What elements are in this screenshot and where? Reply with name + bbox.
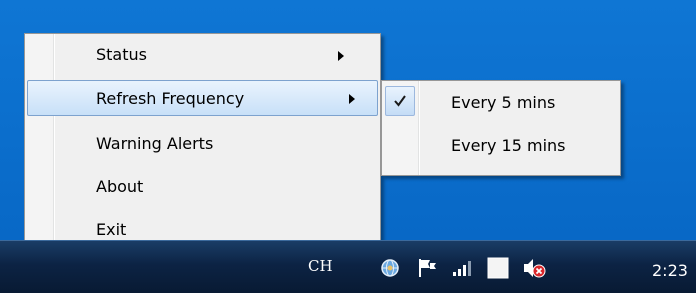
- checked-indicator: [385, 86, 415, 116]
- menu-item-status[interactable]: Status: [27, 38, 378, 72]
- menu-item-label: Refresh Frequency: [96, 89, 245, 108]
- clock[interactable]: 2:23: [652, 261, 688, 280]
- submenu-item-every-5-mins[interactable]: Every 5 mins: [384, 85, 618, 121]
- menu-item-about[interactable]: About: [27, 170, 378, 204]
- submenu-item-every-15-mins[interactable]: Every 15 mins: [384, 129, 618, 165]
- menu-item-label: Status: [96, 45, 147, 64]
- menu-item-warning-alerts[interactable]: Warning Alerts: [27, 127, 378, 161]
- globe-icon[interactable]: [380, 258, 400, 282]
- submenu-item-label: Every 15 mins: [451, 136, 566, 155]
- submenu-item-label: Every 5 mins: [451, 93, 556, 112]
- tray-context-menu: Status Refresh Frequency Warning Alerts …: [24, 33, 381, 258]
- flag-icon[interactable]: [416, 257, 438, 283]
- menu-item-label: Exit: [96, 220, 127, 239]
- taskbar: CH 2:23: [0, 240, 696, 293]
- muted-speaker-icon[interactable]: [522, 257, 548, 283]
- checkmark-icon: [394, 95, 406, 107]
- menu-item-label: About: [96, 177, 144, 196]
- blank-app-icon[interactable]: [487, 257, 509, 283]
- submenu-arrow-icon: [338, 51, 344, 61]
- refresh-frequency-submenu: Every 5 mins Every 15 mins: [381, 80, 621, 176]
- submenu-arrow-icon: [349, 94, 355, 104]
- menu-item-label: Warning Alerts: [96, 134, 214, 153]
- language-indicator[interactable]: CH: [308, 257, 333, 275]
- menu-item-refresh-frequency[interactable]: Refresh Frequency: [27, 80, 378, 116]
- signal-bars-icon[interactable]: [452, 259, 474, 281]
